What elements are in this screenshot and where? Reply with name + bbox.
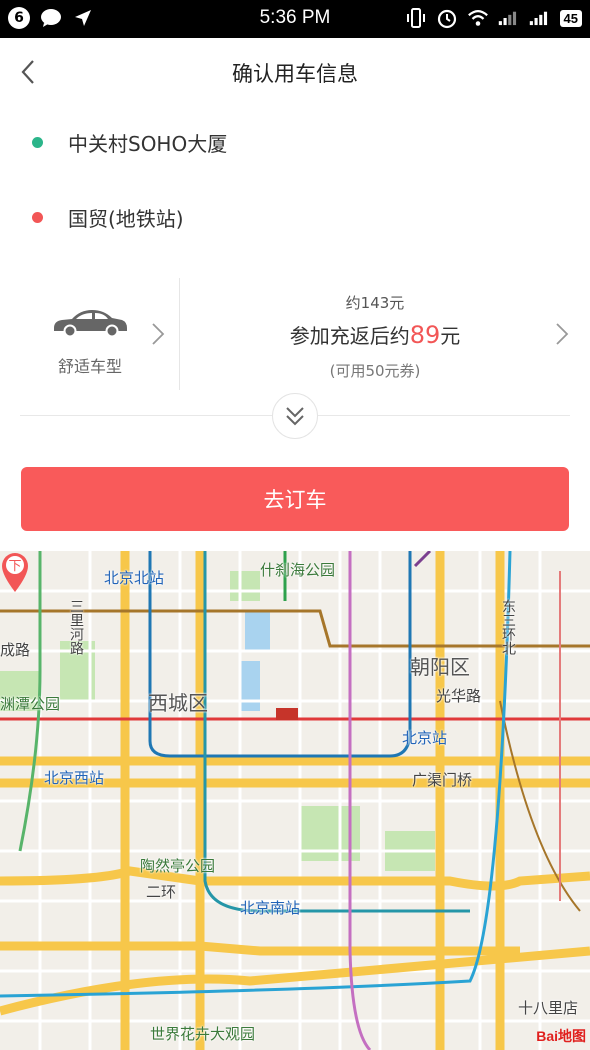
map-label-beijing-west: 北京西站: [44, 769, 105, 787]
pin-label: 下: [8, 559, 21, 574]
map-label-dongsanhuan: 东三环北: [500, 599, 516, 655]
baidu-map-logo: Bai地图: [536, 1028, 586, 1044]
order-car-button[interactable]: 去订车: [21, 467, 569, 531]
start-location-text: 中关村SOHO大厦: [68, 131, 228, 156]
map-view[interactable]: 北京北站 什刹海公园 三里河路 成路 渊潭公园 西城区 朝阳区 光华路 东三环北…: [0, 551, 590, 1050]
map-label-yuyuantan: 渊潭公园: [0, 695, 61, 713]
price-prefix: 参加充返后约: [289, 324, 410, 348]
end-location-text: 国贸(地铁站): [68, 206, 184, 231]
end-dot-icon: [32, 211, 43, 223]
map-label-erhuan: 二环: [146, 883, 177, 901]
price-detail[interactable]: 约143元 参加充返后约89元 (可用50元券): [180, 278, 570, 390]
car-icon: [54, 310, 127, 338]
map-label-beijing-north: 北京北站: [104, 569, 165, 587]
map-label-xicheng: 西城区: [148, 691, 208, 715]
page-title: 确认用车信息: [232, 62, 358, 86]
map-label-beijing-south: 北京南站: [240, 899, 301, 917]
price-value: 89: [409, 321, 441, 349]
wifi-icon: [467, 7, 489, 29]
double-chevron-down-icon: [286, 407, 304, 426]
car-price-row: 舒适车型 约143元 参加充返后约89元 (可用50元券): [20, 278, 570, 390]
car-type-label: 舒适车型: [57, 357, 122, 376]
status-right: 45: [405, 7, 582, 29]
alarm-icon: [436, 7, 458, 29]
map-label-chengqu: 成路: [0, 641, 31, 659]
map-label-shibali: 十八里店: [518, 999, 579, 1017]
header: 确认用车信息: [0, 38, 590, 106]
destination-pin-icon[interactable]: 下: [0, 551, 30, 593]
price-discounted: 参加充返后约89元: [180, 320, 570, 349]
map-label-beijing-station: 北京站: [402, 729, 448, 747]
map-label-taoranting: 陶然亭公园: [140, 857, 216, 875]
chevron-right-icon: [152, 323, 165, 345]
end-location-row[interactable]: 国贸(地铁站): [0, 187, 590, 247]
map-label-shichahai: 什刹海公园: [260, 561, 336, 579]
price-suffix: 元: [440, 324, 461, 348]
battery-level: 45: [559, 9, 582, 27]
status-bar: 6 5:36 PM 45: [0, 0, 590, 38]
map-label-guanghua: 光华路: [436, 687, 482, 705]
map-label-chaoyang: 朝阳区: [410, 655, 470, 679]
expand-button[interactable]: [272, 393, 318, 439]
map-label-shijie-huahui: 世界花卉大观园: [150, 1025, 256, 1043]
signal-icon: [498, 7, 520, 29]
car-type-selector[interactable]: 舒适车型: [20, 278, 180, 390]
signal-icon-2: [529, 7, 551, 29]
map-label-guangqumen: 广渠门桥: [412, 771, 473, 789]
start-dot-icon: [32, 136, 43, 148]
map-label-sanlihe: 三里河路: [68, 599, 84, 655]
vibrate-icon: [405, 7, 427, 29]
chevron-right-icon: [556, 323, 569, 345]
start-location-row[interactable]: 中关村SOHO大厦: [0, 112, 590, 172]
coupon-note: (可用50元券): [329, 362, 421, 380]
price-approx: 约143元: [345, 294, 405, 312]
